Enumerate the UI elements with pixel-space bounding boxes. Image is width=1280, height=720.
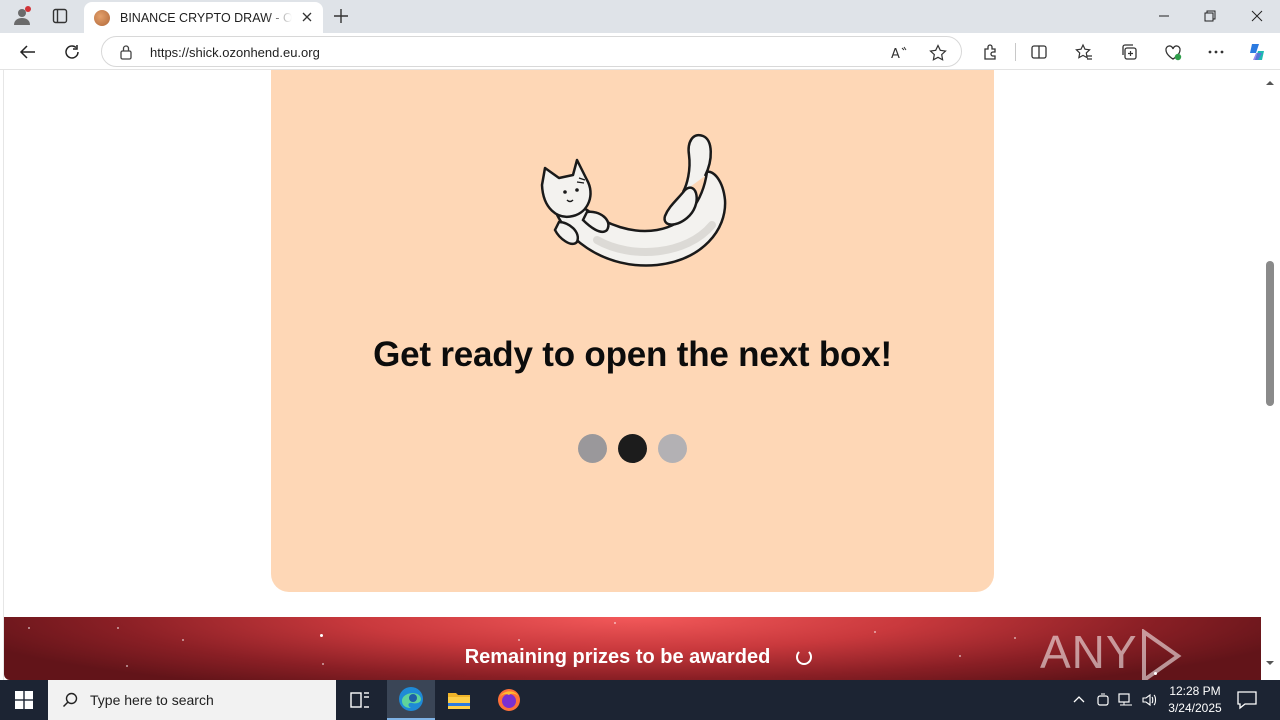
toolbar-separator — [1015, 43, 1016, 61]
lock-icon[interactable] — [119, 44, 133, 65]
cat-illustration — [540, 133, 727, 267]
back-icon[interactable] — [15, 39, 41, 65]
prizes-banner: Remaining prizes to be awarded ANYRUN — [4, 617, 1261, 680]
meet-now-icon[interactable] — [1094, 691, 1112, 709]
clock-time: 12:28 PM — [1169, 684, 1221, 698]
refresh-icon[interactable] — [59, 39, 85, 65]
page-headline: Get ready to open the next box! — [373, 335, 892, 374]
minimize-icon[interactable] — [1141, 4, 1187, 28]
profile-icon[interactable] — [9, 4, 35, 28]
windows-taskbar: Type here to search 12:28 PM 3/24/2025 — [0, 680, 1280, 720]
favorites-icon[interactable] — [1073, 41, 1095, 63]
task-view-icon[interactable] — [336, 680, 384, 720]
volume-icon[interactable] — [1141, 691, 1159, 709]
browser-essentials-icon[interactable] — [1162, 41, 1184, 63]
windows-start-icon[interactable] — [0, 680, 48, 720]
workspaces-icon[interactable] — [47, 4, 73, 28]
address-bar[interactable]: https://shick.ozonhend.eu.org A — [101, 36, 962, 67]
loading-dot-1 — [578, 434, 607, 463]
file-explorer-icon[interactable] — [435, 680, 483, 720]
notification-icon[interactable] — [1236, 690, 1258, 710]
extensions-icon[interactable] — [980, 41, 1002, 63]
scroll-thumb[interactable] — [1266, 261, 1274, 406]
firefox-icon[interactable] — [485, 680, 533, 720]
edge-icon[interactable] — [387, 680, 435, 720]
page-viewport: Get ready to open the next box! Remainin… — [0, 70, 1280, 680]
scroll-up-icon[interactable] — [1265, 78, 1275, 88]
loading-dot-2 — [618, 434, 647, 463]
copilot-icon[interactable] — [1246, 41, 1268, 63]
split-screen-icon[interactable] — [1028, 41, 1050, 63]
collections-icon[interactable] — [1118, 41, 1140, 63]
tab-bar: BINANCE CRYPTO DRAW - Official — [0, 0, 1280, 33]
clock-date: 3/24/2025 — [1168, 701, 1222, 715]
loading-spinner-icon — [796, 649, 812, 665]
system-clock[interactable]: 12:28 PM 3/24/2025 — [1166, 683, 1224, 717]
close-icon[interactable] — [1234, 4, 1280, 28]
url-text[interactable]: https://shick.ozonhend.eu.org — [150, 45, 320, 60]
vertical-scrollbar[interactable] — [1262, 70, 1280, 680]
tab-favicon — [94, 9, 110, 26]
network-icon[interactable] — [1117, 691, 1135, 709]
search-placeholder: Type here to search — [90, 692, 214, 708]
loading-dot-3 — [658, 434, 687, 463]
taskbar-search-box[interactable]: Type here to search — [48, 680, 336, 720]
plus-icon[interactable] — [330, 5, 352, 27]
chevron-up-icon[interactable] — [1070, 691, 1088, 709]
scroll-down-icon[interactable] — [1265, 658, 1275, 668]
read-aloud-icon[interactable]: A — [888, 42, 910, 64]
favorite-star-icon[interactable] — [927, 42, 949, 64]
anyrun-watermark: ANYRUN — [1040, 625, 1261, 680]
tab-title: BINANCE CRYPTO DRAW - Official — [120, 10, 292, 25]
search-icon — [62, 692, 78, 708]
svg-text:A: A — [891, 47, 900, 62]
active-tab[interactable]: BINANCE CRYPTO DRAW - Official — [84, 2, 323, 33]
restore-icon[interactable] — [1187, 4, 1233, 28]
browser-toolbar: https://shick.ozonhend.eu.org A — [0, 33, 1280, 70]
mystery-box-card: Get ready to open the next box! — [271, 70, 994, 592]
close-icon[interactable] — [299, 9, 315, 25]
more-icon[interactable] — [1205, 41, 1227, 63]
